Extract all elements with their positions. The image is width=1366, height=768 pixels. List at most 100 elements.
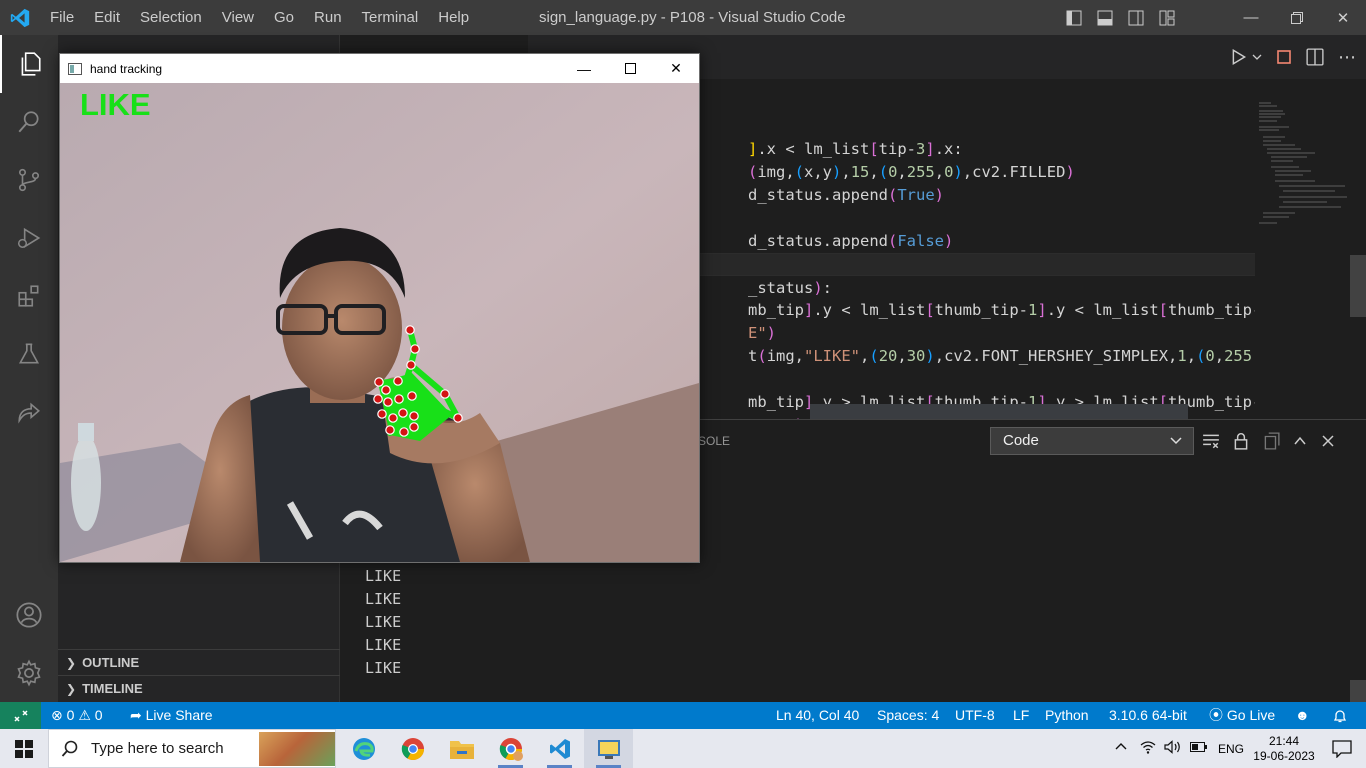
menu-go[interactable]: Go <box>264 0 304 35</box>
screen: File Edit Selection View Go Run Terminal… <box>0 0 1366 768</box>
run-python-file-icon[interactable] <box>1230 48 1248 66</box>
activity-bar <box>0 35 58 702</box>
output-channel-select[interactable]: Code <box>990 427 1194 455</box>
taskbar-edge-icon[interactable] <box>339 729 388 768</box>
menu-edit[interactable]: Edit <box>84 0 130 35</box>
extensions-icon[interactable] <box>0 267 58 325</box>
menu-view[interactable]: View <box>212 0 264 35</box>
volume-icon[interactable] <box>1164 740 1182 757</box>
warning-icon: ⚠ <box>78 707 91 723</box>
window-title: sign_language.py - P108 - Visual Studio … <box>539 9 846 26</box>
camera-frame: LIKE <box>60 83 699 562</box>
outline-section[interactable]: ❯ OUTLINE <box>58 649 340 675</box>
taskbar-chrome-profile-icon[interactable] <box>486 729 535 768</box>
notification-center-icon[interactable] <box>1318 739 1366 758</box>
lock-icon[interactable] <box>1232 432 1250 450</box>
live-share-status[interactable]: ➦ Live Share <box>130 702 213 729</box>
vscode-logo-icon <box>0 0 40 35</box>
customize-layout-icon[interactable] <box>1151 0 1182 35</box>
close-icon[interactable]: ✕ <box>1320 0 1366 35</box>
like-overlay-text: LIKE <box>80 87 151 122</box>
output-line: LIKE <box>365 659 402 677</box>
output-channel-value: Code <box>1003 432 1039 449</box>
chevron-up-icon[interactable] <box>1114 740 1128 757</box>
close-panel-icon[interactable] <box>1320 433 1336 449</box>
stop-icon[interactable] <box>1276 49 1292 65</box>
hand-tracking-window[interactable]: hand tracking — ✕ LIKE <box>59 53 700 563</box>
outline-label: OUTLINE <box>82 655 140 670</box>
search-icon[interactable] <box>0 93 58 151</box>
menu-selection[interactable]: Selection <box>130 0 212 35</box>
menu-help[interactable]: Help <box>428 0 479 35</box>
chevron-down-icon <box>1169 428 1183 463</box>
output-line: LIKE <box>365 567 402 585</box>
notifications-bell-icon[interactable] <box>1332 702 1348 729</box>
find-highlight <box>810 404 1188 419</box>
live-share-icon[interactable] <box>0 383 58 441</box>
clear-output-icon[interactable] <box>1202 432 1220 450</box>
hand-tracking-title: hand tracking <box>90 61 163 76</box>
tab-debug-console[interactable]: SOLE <box>698 434 730 448</box>
timeline-section[interactable]: ❯ TIMELINE <box>58 675 340 701</box>
settings-gear-icon[interactable] <box>0 644 58 702</box>
restore-icon[interactable] <box>1274 0 1320 35</box>
output-line: LIKE <box>365 636 402 654</box>
battery-icon[interactable] <box>1189 741 1208 756</box>
editor-scrollbar[interactable] <box>1350 255 1366 317</box>
title-bar: File Edit Selection View Go Run Terminal… <box>0 0 1366 35</box>
taskbar-file-explorer-icon[interactable] <box>437 729 486 768</box>
code-line: d_status.append(True) <box>748 186 944 204</box>
menu-file[interactable]: File <box>40 0 84 35</box>
run-debug-icon[interactable] <box>0 209 58 267</box>
wifi-icon[interactable] <box>1140 740 1156 757</box>
taskbar-vscode-icon[interactable] <box>535 729 584 768</box>
cursor-position[interactable]: Ln 40, Col 40 <box>776 702 859 729</box>
windows-start-icon[interactable] <box>0 729 48 768</box>
app-window-icon <box>68 62 82 75</box>
language-mode[interactable]: Python <box>1045 702 1089 729</box>
python-interpreter[interactable]: 3.10.6 64-bit <box>1109 702 1187 729</box>
maximize-icon[interactable] <box>607 54 653 83</box>
activity-bottom <box>0 586 58 702</box>
toggle-secondary-sidebar-icon[interactable] <box>1120 0 1151 35</box>
toggle-panel-icon[interactable] <box>1089 0 1120 35</box>
source-control-icon[interactable] <box>0 151 58 209</box>
account-icon[interactable] <box>0 586 58 644</box>
encoding[interactable]: UTF-8 <box>955 702 995 729</box>
problems-indicator[interactable]: ⊗ 0 ⚠ 0 <box>51 702 103 729</box>
live-share-label: Live Share <box>145 707 213 723</box>
feedback-icon[interactable]: ☻ <box>1295 702 1310 729</box>
taskbar-python-icon[interactable] <box>584 729 633 768</box>
warning-count: 0 <box>94 707 103 723</box>
remote-indicator-icon[interactable] <box>0 702 41 729</box>
chevron-down-icon[interactable] <box>1252 52 1262 62</box>
end-of-line[interactable]: LF <box>1013 702 1029 729</box>
taskbar-search[interactable]: Type here to search <box>48 729 336 768</box>
clock-date: 19-06-2023 <box>1253 748 1315 763</box>
code-line: d_status.append(False) <box>748 232 954 250</box>
minimize-icon[interactable]: — <box>561 54 607 83</box>
explorer-icon[interactable] <box>0 35 58 93</box>
code-line: mb_tip].y < lm_list[thumb_tip-1].y < lm_… <box>748 301 1255 319</box>
open-log-icon[interactable] <box>1262 432 1280 450</box>
go-live-label: Go Live <box>1226 707 1276 723</box>
taskbar-clock[interactable]: 21:44 19-06-2023 <box>1250 734 1318 764</box>
system-tray: ENG 21:44 19-06-2023 <box>1114 729 1366 768</box>
taskbar-chrome-icon[interactable] <box>388 729 437 768</box>
panel-scrollbar[interactable] <box>1350 680 1366 702</box>
input-language[interactable]: ENG <box>1218 742 1244 756</box>
toggle-sidebar-icon[interactable] <box>1058 0 1089 35</box>
menu-run[interactable]: Run <box>304 0 352 35</box>
live-share-icon: ➦ <box>130 707 142 723</box>
menu-terminal[interactable]: Terminal <box>352 0 429 35</box>
more-actions-icon[interactable]: ⋯ <box>1338 48 1356 66</box>
maximize-panel-icon[interactable] <box>1292 433 1308 449</box>
minimize-icon[interactable]: — <box>1228 0 1274 35</box>
hand-tracking-titlebar[interactable]: hand tracking — ✕ <box>60 54 699 83</box>
split-editor-icon[interactable] <box>1306 48 1324 66</box>
indentation[interactable]: Spaces: 4 <box>877 702 939 729</box>
testing-icon[interactable] <box>0 325 58 383</box>
close-icon[interactable]: ✕ <box>653 54 699 83</box>
output-line: LIKE <box>365 613 402 631</box>
go-live-button[interactable]: ⦿ Go Live <box>1209 702 1275 729</box>
